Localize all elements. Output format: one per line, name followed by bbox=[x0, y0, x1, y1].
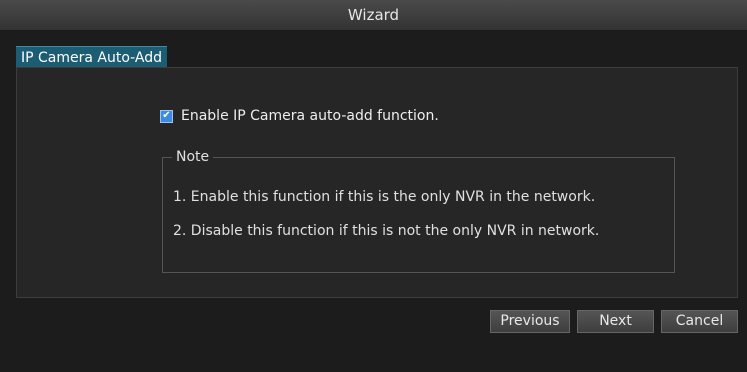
window-title: Wizard bbox=[347, 6, 400, 24]
tab-ip-camera-auto-add[interactable]: IP Camera Auto-Add bbox=[16, 46, 168, 69]
auto-add-option[interactable]: ✔ Enable IP Camera auto-add function. bbox=[160, 106, 439, 126]
note-line-1: 1. Enable this function if this is the o… bbox=[173, 189, 596, 205]
note-title: Note bbox=[172, 148, 214, 166]
note-line-2: 2. Disable this function if this is not … bbox=[173, 223, 600, 239]
next-button[interactable]: Next bbox=[577, 310, 654, 333]
note-group-box bbox=[162, 157, 675, 273]
enable-auto-add-label: Enable IP Camera auto-add function. bbox=[181, 108, 439, 124]
window-title-bar: Wizard bbox=[0, 0, 747, 31]
cancel-button[interactable]: Cancel bbox=[661, 310, 738, 333]
enable-auto-add-checkbox[interactable]: ✔ bbox=[160, 109, 173, 123]
previous-button[interactable]: Previous bbox=[490, 310, 570, 333]
